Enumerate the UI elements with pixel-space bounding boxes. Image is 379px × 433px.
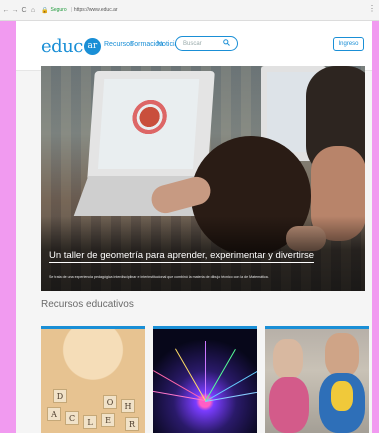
educar-logo[interactable]: educ ar <box>41 33 101 59</box>
child-figure <box>269 377 309 433</box>
browser-menu-icon[interactable]: ⋮ <box>368 4 376 13</box>
resource-cards: A C L E O H R D <box>41 326 369 433</box>
site-header: educ ar Recursos Formación Noticias⌄ Bus… <box>16 21 372 71</box>
children-image <box>265 329 369 433</box>
section-title: Recursos educativos <box>41 299 134 310</box>
letter-blocks-image: A C L E O H R D <box>41 329 145 433</box>
search-placeholder: Buscar <box>183 40 202 47</box>
search-icon[interactable] <box>223 39 230 48</box>
web-page: educ ar Recursos Formación Noticias⌄ Bus… <box>16 21 372 433</box>
logo-badge: ar <box>83 37 101 55</box>
login-button[interactable]: Ingreso <box>333 37 364 51</box>
secure-label: Seguro <box>50 7 67 13</box>
letter-block: C <box>65 411 79 425</box>
child-figure <box>273 339 303 379</box>
reload-icon[interactable]: C <box>20 7 28 14</box>
letter-block: A <box>47 407 61 421</box>
letter-block: L <box>83 415 97 429</box>
hero-title[interactable]: Un taller de geometría para aprender, ex… <box>49 250 315 263</box>
search-input[interactable]: Buscar <box>175 36 238 51</box>
child-figure <box>331 381 353 411</box>
resource-card-letter-blocks[interactable]: A C L E O H R D <box>41 326 145 433</box>
resource-card-children[interactable] <box>265 326 369 433</box>
hero-subtitle: Se trata de una experiencia pedagógica i… <box>49 275 269 279</box>
laptop-left <box>87 71 215 181</box>
hero-banner[interactable]: Un taller de geometría para aprender, ex… <box>41 66 365 291</box>
url-text[interactable]: https://www.educ.ar <box>74 7 118 13</box>
geometric-drawing <box>128 97 172 137</box>
back-icon[interactable]: ← <box>2 7 10 14</box>
letter-block: D <box>53 389 67 403</box>
light-ray <box>205 341 206 401</box>
forward-icon[interactable]: → <box>11 7 19 14</box>
letter-block: O <box>103 395 117 409</box>
logo-text: educ <box>41 35 83 57</box>
laptop-screen <box>97 79 200 169</box>
address-bar[interactable]: 🔒 Seguro | https://www.educ.ar <box>41 4 118 16</box>
home-icon[interactable]: ⌂ <box>29 7 37 14</box>
resource-card-light-burst[interactable] <box>153 326 257 433</box>
light-ray <box>205 349 236 402</box>
lock-icon: 🔒 <box>41 7 49 14</box>
light-burst-image <box>153 329 257 433</box>
child-figure <box>325 333 359 377</box>
letter-block: R <box>125 417 139 431</box>
browser-toolbar: ← → C ⌂ 🔒 Seguro | https://www.educ.ar ⋮ <box>0 0 379 21</box>
letter-block: E <box>101 413 115 427</box>
url-separator: | <box>70 7 72 13</box>
letter-block: H <box>121 399 135 413</box>
